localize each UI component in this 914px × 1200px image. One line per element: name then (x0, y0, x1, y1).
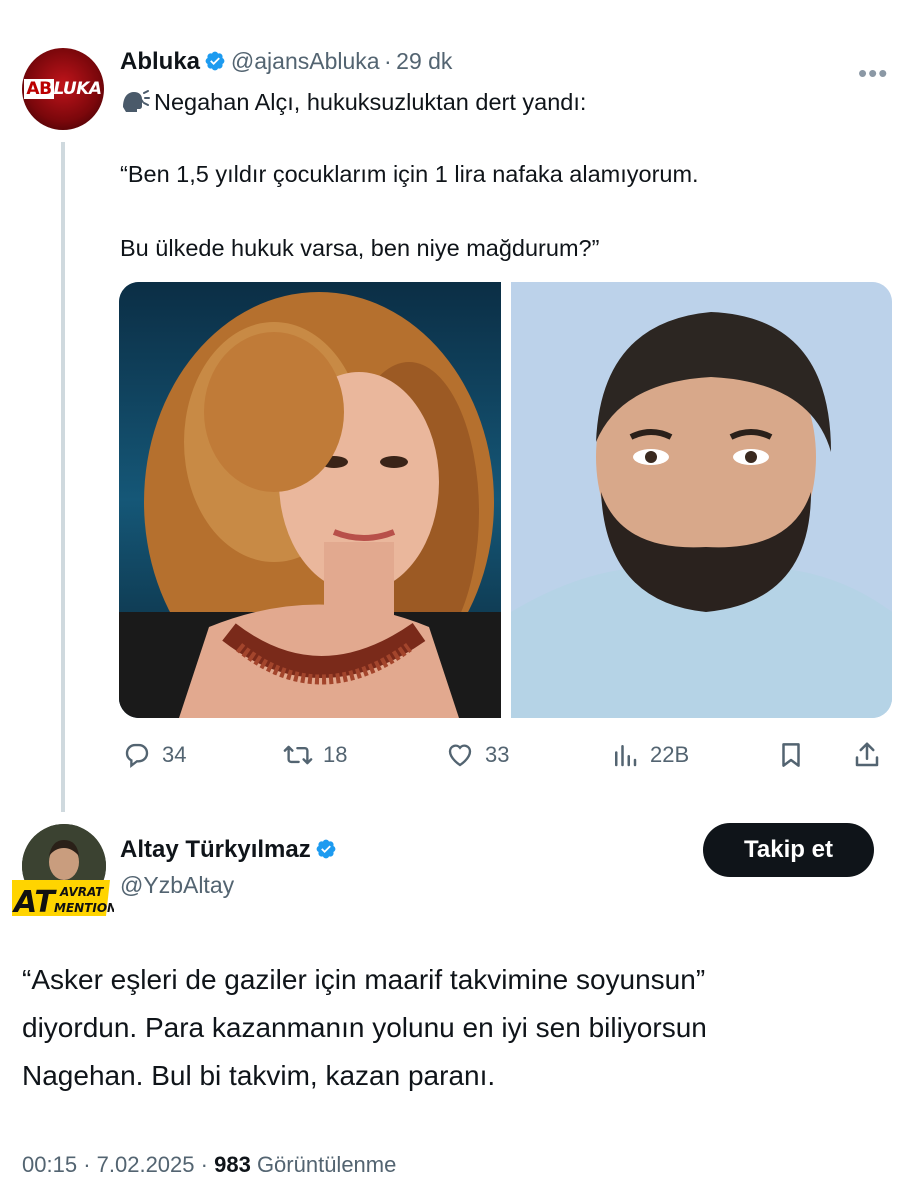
author-name[interactable]: Abluka (120, 48, 200, 75)
post-date[interactable]: 7.02.2025 (97, 1152, 195, 1177)
photo-man[interactable] (511, 282, 892, 718)
author-handle[interactable]: @YzbAltay (120, 872, 234, 899)
tweet2-author: Altay Türkyılmaz (120, 836, 337, 864)
separator-dot: · (200, 1152, 208, 1177)
view-count: 22B (650, 742, 690, 767)
abluka-logo: AB LUKA (24, 79, 102, 99)
bookmark-icon (782, 743, 800, 767)
woman-illustration (119, 282, 501, 718)
tweet1-header: Abluka @ajansAbluka · 29 dk (120, 48, 452, 76)
svg-text:AT: AT (12, 885, 57, 920)
retweet-count: 18 (323, 742, 348, 767)
thread-line (61, 142, 65, 812)
more-options-icon[interactable]: ••• (858, 58, 888, 89)
views-count: 983 (214, 1152, 251, 1177)
share-button[interactable] (852, 738, 882, 772)
tweet2-body-line3: Nagehan. Bul bi takvim, kazan paranı. (22, 1060, 496, 1091)
tweet1-text-line1: Negahan Alçı, hukuksuzluktan dert yandı: (120, 86, 586, 118)
tweet2-body-line2: diyordun. Para kazanmanın yolunu en iyi … (22, 1012, 707, 1043)
retweet-icon (283, 745, 313, 765)
timestamp[interactable]: 29 dk (396, 48, 452, 74)
views-label: Görüntülenme (256, 1152, 397, 1177)
tweet1-text-line3: Bu ülkede hukuk varsa, ben niye mağdurum… (120, 235, 600, 261)
man-illustration (511, 282, 892, 718)
svg-text:MENTION: MENTION (54, 901, 114, 915)
reply-count: 34 (162, 742, 187, 767)
photo-woman[interactable] (119, 282, 501, 718)
tweet2-meta: 00:15 · 7.02.2025 · 983 Görüntülenme (22, 1152, 396, 1178)
post-time[interactable]: 00:15 (22, 1152, 77, 1177)
verified-badge-icon (316, 839, 336, 859)
speaking-head-icon (123, 90, 150, 112)
analytics-icon (615, 745, 637, 767)
separator-dot: · (384, 48, 392, 74)
separator-dot: · (83, 1152, 91, 1177)
avatar-abluka[interactable]: AB LUKA (22, 48, 104, 130)
reply-icon (125, 743, 149, 769)
tweet2-body-line1: “Asker eşleri de gaziler için maarif tak… (22, 964, 706, 995)
bookmark-button[interactable] (776, 738, 806, 772)
like-button[interactable]: 33 (445, 738, 509, 772)
like-count: 33 (485, 742, 510, 767)
svg-text:AVRAT: AVRAT (59, 885, 104, 899)
views-button[interactable]: 22B (610, 738, 689, 772)
reply-button[interactable]: 34 (122, 738, 186, 772)
at-avrat-mention-badge: AT AVRAT MENTION (12, 880, 114, 920)
heart-icon (448, 744, 472, 767)
author-name[interactable]: Altay Türkyılmaz (120, 836, 311, 863)
follow-button[interactable]: Takip et (703, 823, 874, 877)
tweet1-text-line2: “Ben 1,5 yıldır çocuklarım için 1 lira n… (120, 161, 699, 187)
retweet-button[interactable]: 18 (283, 738, 347, 772)
share-icon (855, 742, 879, 767)
verified-badge-icon (206, 51, 225, 71)
author-handle[interactable]: @ajansAbluka (231, 48, 380, 74)
tweet1-media[interactable] (119, 282, 892, 718)
